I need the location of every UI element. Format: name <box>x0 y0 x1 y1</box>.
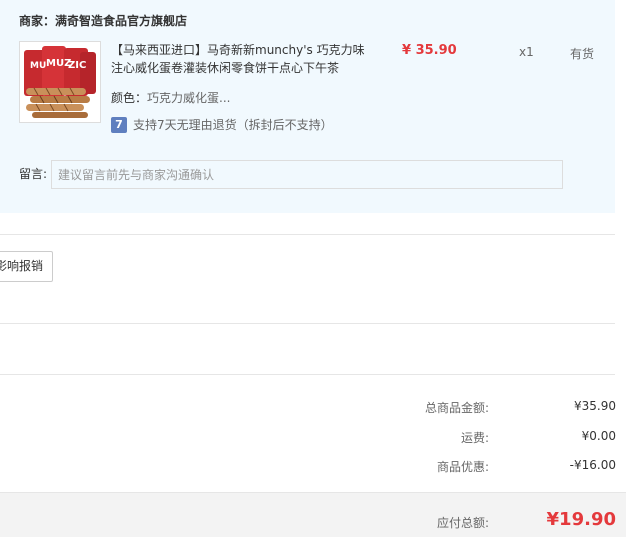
order-card: 商家：满奇智造食品官方旗舰店 MU MUZ ZIC 【马来西亚进口】马奇新新mu… <box>0 0 615 213</box>
total-bar: 应付总额: ¥19.90 <box>0 492 626 537</box>
total-amount: ¥19.90 <box>546 509 616 530</box>
svg-text:MU: MU <box>30 61 46 71</box>
shop-label: 商家： <box>19 14 56 28</box>
divider <box>0 374 615 375</box>
spec-label: 颜色： <box>111 91 148 105</box>
munchys-wafer-roll-product-image: MU MUZ ZIC <box>20 42 100 122</box>
summary-label: 商品优惠: <box>436 460 489 474</box>
svg-text:ZIC: ZIC <box>68 60 86 71</box>
shop-line: 商家：满奇智造食品官方旗舰店 <box>19 12 187 29</box>
order-page: 商家：满奇智造食品官方旗舰店 MU MUZ ZIC 【马来西亚进口】马奇新新mu… <box>0 0 626 537</box>
product-spec: 颜色：巧克力威化蛋... <box>111 89 230 106</box>
summary-row-discount: 商品优惠: -¥16.00 <box>0 458 626 478</box>
shop-name[interactable]: 满奇智造食品官方旗舰店 <box>55 14 187 28</box>
product-price: ¥ 35.90 <box>402 43 457 58</box>
return-policy: 7 支持7天无理由退货（拆封后不支持） <box>111 116 333 133</box>
stock-status: 有货 <box>570 47 595 61</box>
remark-input[interactable] <box>51 160 563 189</box>
summary-label: 运费: <box>460 431 489 445</box>
summary-row-goods: 总商品金额: ¥35.90 <box>0 399 626 419</box>
seven-day-return-icon: 7 <box>111 116 127 133</box>
invoice-button[interactable]: 影响报销 <box>0 251 53 282</box>
divider <box>0 234 615 235</box>
spec-value: 巧克力威化蛋... <box>147 91 231 105</box>
product-title[interactable]: 【马来西亚进口】马奇新新munchy's 巧克力味注心威化蛋卷灌装休闲零食饼干点… <box>111 41 369 77</box>
product-image[interactable]: MU MUZ ZIC <box>19 41 101 123</box>
summary-value: ¥35.90 <box>574 399 616 413</box>
divider <box>0 323 615 324</box>
summary-row-shipping: 运费: ¥0.00 <box>0 429 626 449</box>
return-policy-text: 支持7天无理由退货（拆封后不支持） <box>133 118 333 132</box>
product-quantity: x1 <box>519 45 534 59</box>
total-label: 应付总额: <box>436 516 489 530</box>
summary-value: ¥0.00 <box>581 429 616 443</box>
remark-label: 留言: <box>19 167 48 181</box>
summary-value: -¥16.00 <box>569 458 616 472</box>
summary-label: 总商品金额: <box>424 401 489 415</box>
